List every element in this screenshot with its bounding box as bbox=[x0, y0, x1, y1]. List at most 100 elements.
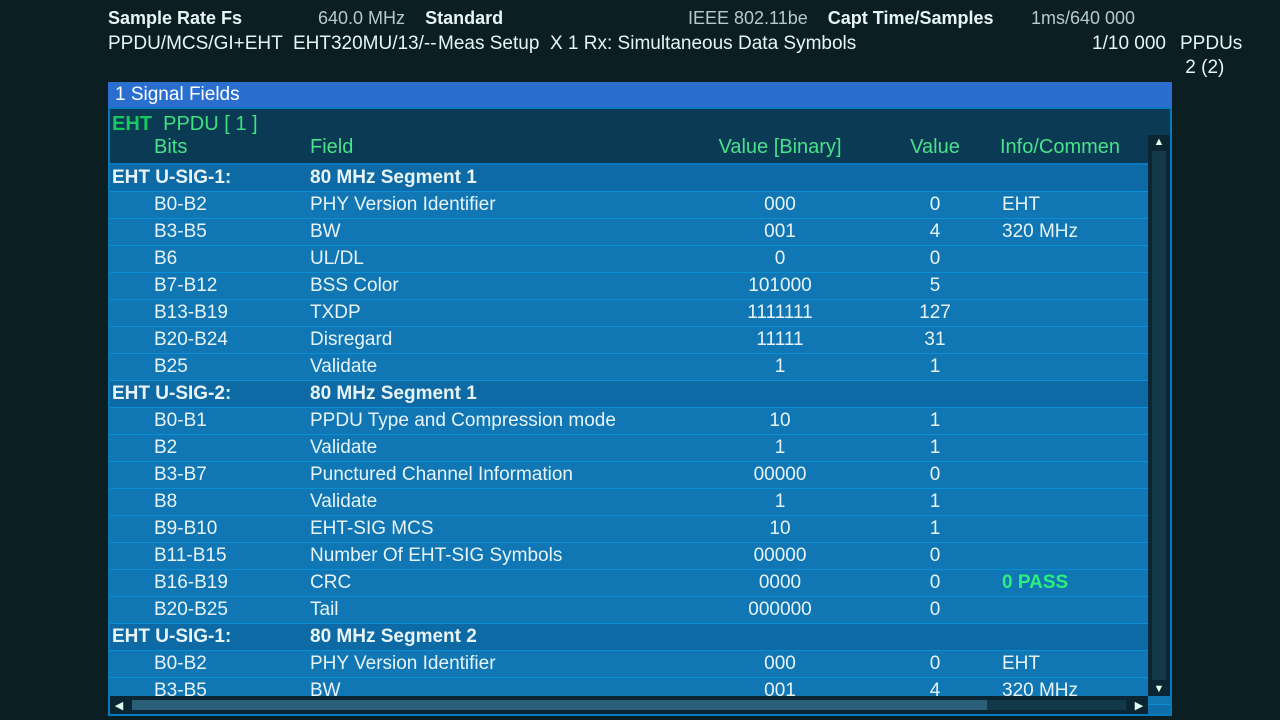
cell-bits: B11-B15 bbox=[110, 543, 310, 569]
cell-info bbox=[1000, 489, 1150, 515]
table-row[interactable]: B9-B10EHT-SIG MCS101 bbox=[110, 516, 1170, 543]
cell-bits: B9-B10 bbox=[110, 516, 310, 542]
cell-field: Validate bbox=[310, 489, 690, 515]
table-row[interactable]: B6UL/DL00 bbox=[110, 246, 1170, 273]
cell-info bbox=[1000, 462, 1150, 488]
head-eht: EHT bbox=[110, 113, 152, 135]
ppdus-value: 2 (2) bbox=[1185, 57, 1224, 78]
window-title[interactable]: 1 Signal Fields bbox=[108, 82, 1172, 107]
table-section-row[interactable]: EHT U-SIG-1:80 MHz Segment 2 bbox=[110, 624, 1170, 651]
scroll-right-icon[interactable]: ▶ bbox=[1130, 696, 1148, 714]
table-row[interactable]: B11-B15Number Of EHT-SIG Symbols000000 bbox=[110, 543, 1170, 570]
signal-fields-window: 1 Signal Fields EHT PPDU [ 1 ] Bits Fiel… bbox=[108, 82, 1172, 716]
cell-binary: 1 bbox=[690, 489, 870, 515]
scroll-up-icon[interactable]: ▲ bbox=[1148, 135, 1170, 149]
cell-info bbox=[1000, 435, 1150, 461]
table-row[interactable]: B25Validate11 bbox=[110, 354, 1170, 381]
cell-value: 1 bbox=[870, 489, 1000, 515]
cell-info bbox=[1000, 381, 1150, 407]
cell-binary bbox=[690, 624, 870, 650]
table-row[interactable]: B2Validate11 bbox=[110, 435, 1170, 462]
cell-value bbox=[870, 165, 1000, 191]
cell-binary: 11111 bbox=[690, 327, 870, 353]
cell-field: Number Of EHT-SIG Symbols bbox=[310, 543, 690, 569]
capt-time-label: Capt Time/Samples bbox=[828, 8, 994, 28]
col-val: Value bbox=[910, 136, 960, 158]
table-header: EHT PPDU [ 1 ] Bits Field Value [Binary]… bbox=[110, 109, 1170, 165]
cell-value: 0 bbox=[870, 570, 1000, 596]
cell-field: Punctured Channel Information bbox=[310, 462, 690, 488]
cell-bits: B0-B2 bbox=[110, 192, 310, 218]
cell-field: Validate bbox=[310, 435, 690, 461]
table-row[interactable]: B3-B7Punctured Channel Information000000 bbox=[110, 462, 1170, 489]
signal-fields-table: EHT PPDU [ 1 ] Bits Field Value [Binary]… bbox=[108, 107, 1172, 716]
table-body[interactable]: EHT U-SIG-1:80 MHz Segment 1B0-B2PHY Ver… bbox=[110, 165, 1170, 714]
meas-setup-value: X 1 Rx: Simultaneous bbox=[550, 33, 733, 54]
cell-bits: B13-B19 bbox=[110, 300, 310, 326]
table-row[interactable]: B16-B19CRC000000 PASS bbox=[110, 570, 1170, 597]
cell-value: 1 bbox=[870, 435, 1000, 461]
cell-info: 0 PASS bbox=[1000, 570, 1150, 596]
cell-info: EHT bbox=[1000, 651, 1150, 677]
cell-bits: B25 bbox=[110, 354, 310, 380]
table-row[interactable]: B20-B25Tail0000000 bbox=[110, 597, 1170, 624]
cell-field: Disregard bbox=[310, 327, 690, 353]
cell-bits: B16-B19 bbox=[110, 570, 310, 596]
cell-info bbox=[1000, 327, 1150, 353]
table-row[interactable]: B0-B2PHY Version Identifier0000EHT bbox=[110, 192, 1170, 219]
cell-info bbox=[1000, 543, 1150, 569]
scroll-left-icon[interactable]: ◀ bbox=[110, 696, 128, 714]
table-section-row[interactable]: EHT U-SIG-1:80 MHz Segment 1 bbox=[110, 165, 1170, 192]
col-field: Field bbox=[310, 136, 353, 158]
cell-bits: B20-B25 bbox=[110, 597, 310, 623]
cell-field: 80 MHz Segment 1 bbox=[310, 165, 690, 191]
cell-value: 4 bbox=[870, 219, 1000, 245]
cell-bits: B2 bbox=[110, 435, 310, 461]
cell-field: BSS Color bbox=[310, 273, 690, 299]
table-row[interactable]: B8Validate11 bbox=[110, 489, 1170, 516]
cell-value: 31 bbox=[870, 327, 1000, 353]
header-row-2: PPDU/MCS/GI+EHT EHT320MU/13/-- Meas Setu… bbox=[108, 32, 1172, 80]
hscroll-thumb[interactable] bbox=[132, 700, 987, 710]
table-row[interactable]: B13-B19TXDP1111111127 bbox=[110, 300, 1170, 327]
cell-info bbox=[1000, 624, 1150, 650]
table-row[interactable]: B0-B2PHY Version Identifier0000EHT bbox=[110, 651, 1170, 678]
cell-field: UL/DL bbox=[310, 246, 690, 272]
table-section-row[interactable]: EHT U-SIG-2:80 MHz Segment 1 bbox=[110, 381, 1170, 408]
hscroll-track[interactable] bbox=[132, 700, 1126, 710]
cell-field: PHY Version Identifier bbox=[310, 651, 690, 677]
table-row[interactable]: B20-B24Disregard1111131 bbox=[110, 327, 1170, 354]
cell-field: BW bbox=[310, 219, 690, 245]
cell-bits: EHT U-SIG-1: bbox=[110, 165, 310, 191]
cell-binary bbox=[690, 165, 870, 191]
cell-info: 320 MHz bbox=[1000, 219, 1150, 245]
cell-info bbox=[1000, 597, 1150, 623]
cell-info bbox=[1000, 300, 1150, 326]
cell-value: 127 bbox=[870, 300, 1000, 326]
table-row[interactable]: B0-B1PPDU Type and Compression mode101 bbox=[110, 408, 1170, 435]
cell-field: 80 MHz Segment 2 bbox=[310, 624, 690, 650]
table-row[interactable]: B3-B5BW0014320 MHz bbox=[110, 219, 1170, 246]
cell-value: 0 bbox=[870, 462, 1000, 488]
cell-binary: 0000 bbox=[690, 570, 870, 596]
cell-binary bbox=[690, 381, 870, 407]
col-info: Info/Commen bbox=[1000, 136, 1120, 158]
capt-time-value: 1ms/640 000 bbox=[1031, 8, 1135, 28]
cell-info: EHT bbox=[1000, 192, 1150, 218]
standard-value: IEEE 802.11be bbox=[688, 8, 808, 28]
cell-binary: 000 bbox=[690, 651, 870, 677]
cell-field: EHT-SIG MCS bbox=[310, 516, 690, 542]
horizontal-scrollbar[interactable]: ◀ ▶ bbox=[110, 696, 1148, 714]
ppdu-mcs-label: PPDU/MCS/GI+EHT bbox=[108, 33, 282, 54]
cell-binary: 00000 bbox=[690, 543, 870, 569]
vscroll-track[interactable] bbox=[1152, 151, 1166, 680]
data-symbols-value: 1/10 000 bbox=[1092, 33, 1166, 54]
cell-bits: B7-B12 bbox=[110, 273, 310, 299]
cell-bits: B6 bbox=[110, 246, 310, 272]
sample-rate-value: 640.0 MHz bbox=[318, 8, 405, 28]
head-ppdu: PPDU [ 1 ] bbox=[163, 113, 257, 135]
table-row[interactable]: B7-B12BSS Color1010005 bbox=[110, 273, 1170, 300]
scroll-down-icon[interactable]: ▼ bbox=[1148, 682, 1170, 696]
cell-bits: EHT U-SIG-1: bbox=[110, 624, 310, 650]
vertical-scrollbar[interactable]: ▲ ▼ bbox=[1148, 135, 1170, 696]
